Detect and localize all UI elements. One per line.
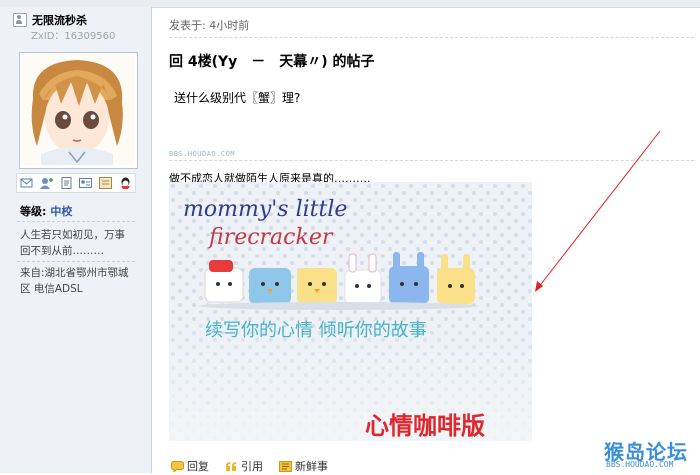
- annotation-arrow: [535, 130, 661, 292]
- logo-url: BBS.HOUDAO.COM: [606, 460, 674, 469]
- forum-logo: 猴岛论坛 BBS.HOUDAO.COM: [604, 436, 696, 470]
